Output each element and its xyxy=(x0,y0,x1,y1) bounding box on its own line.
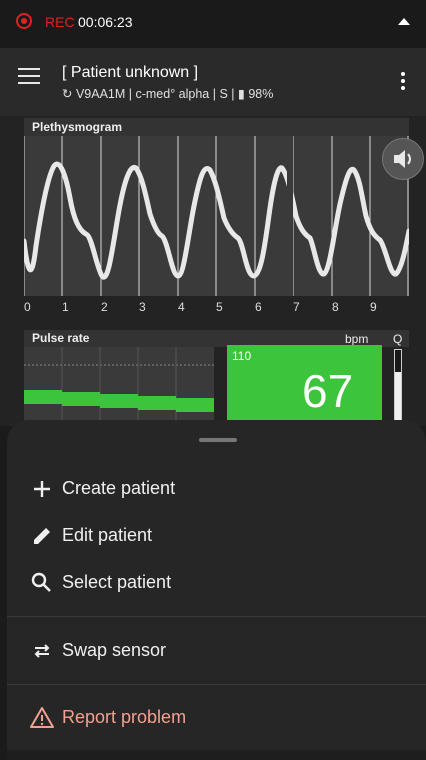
menu-item-swap-sensor[interactable]: Swap sensor xyxy=(7,628,426,674)
rec-time: 00:06:23 xyxy=(78,14,133,30)
time-tick: 0 xyxy=(24,300,31,314)
record-indicator-icon xyxy=(16,13,32,29)
time-tick: 2 xyxy=(101,300,108,314)
time-tick: 3 xyxy=(139,300,146,314)
time-tick: 8 xyxy=(332,300,339,314)
time-tick: 5 xyxy=(216,300,223,314)
pulse-rate-unit: bpm xyxy=(345,332,369,346)
menu-item-select-patient[interactable]: Select patient xyxy=(7,560,426,606)
signal-quality-fill xyxy=(395,372,401,424)
drag-handle[interactable] xyxy=(199,438,237,442)
menu-item-label: Edit patient xyxy=(62,525,153,545)
warning-icon xyxy=(30,707,54,728)
rec-label: REC xyxy=(45,14,75,30)
pencil-icon xyxy=(34,528,50,544)
time-tick: 7 xyxy=(293,300,300,314)
time-axis: 0 1 2 3 4 5 6 7 8 9 xyxy=(24,296,409,320)
app-bar xyxy=(0,48,426,116)
quality-label: Q xyxy=(393,332,403,346)
divider xyxy=(7,684,426,685)
navigation-bar xyxy=(7,750,426,760)
chevron-up-icon[interactable] xyxy=(398,18,410,25)
pulse-rate-upper-limit: 110 xyxy=(232,349,252,363)
plethysmogram-panel xyxy=(21,136,412,296)
menu-item-edit-patient[interactable]: Edit patient xyxy=(7,513,426,559)
menu-icon[interactable] xyxy=(18,68,40,84)
device-subtitle: ↻ V9AA1M | c-med° alpha | S | ▮ 98% xyxy=(62,87,274,101)
speaker-button[interactable] xyxy=(382,138,424,180)
divider xyxy=(7,616,426,617)
patient-title: [ Patient unknown ] xyxy=(62,64,199,81)
more-vert-icon[interactable] xyxy=(401,72,405,93)
swap-icon xyxy=(34,644,50,658)
pulse-rate-trend xyxy=(24,347,214,422)
search-icon xyxy=(31,572,51,592)
time-tick: 9 xyxy=(370,300,377,314)
speaker-icon xyxy=(394,150,411,168)
menu-item-label: Swap sensor xyxy=(62,640,167,660)
time-tick: 4 xyxy=(178,300,185,314)
pulse-rate-label: Pulse rate xyxy=(32,331,90,345)
menu-item-label: Create patient xyxy=(62,478,176,498)
menu-item-create-patient[interactable]: Create patient xyxy=(7,466,426,512)
menu-item-label: Select patient xyxy=(62,572,172,592)
time-tick: 1 xyxy=(62,300,69,314)
plethysmogram-waveform xyxy=(21,136,412,296)
time-tick: 6 xyxy=(255,300,262,314)
plus-icon xyxy=(34,481,50,497)
menu-item-label: Report problem xyxy=(62,707,187,727)
pulse-rate-value: 67 xyxy=(302,365,354,417)
menu-item-report-problem[interactable]: Report problem xyxy=(7,695,426,741)
plethysmogram-label: Plethysmogram xyxy=(32,120,123,134)
